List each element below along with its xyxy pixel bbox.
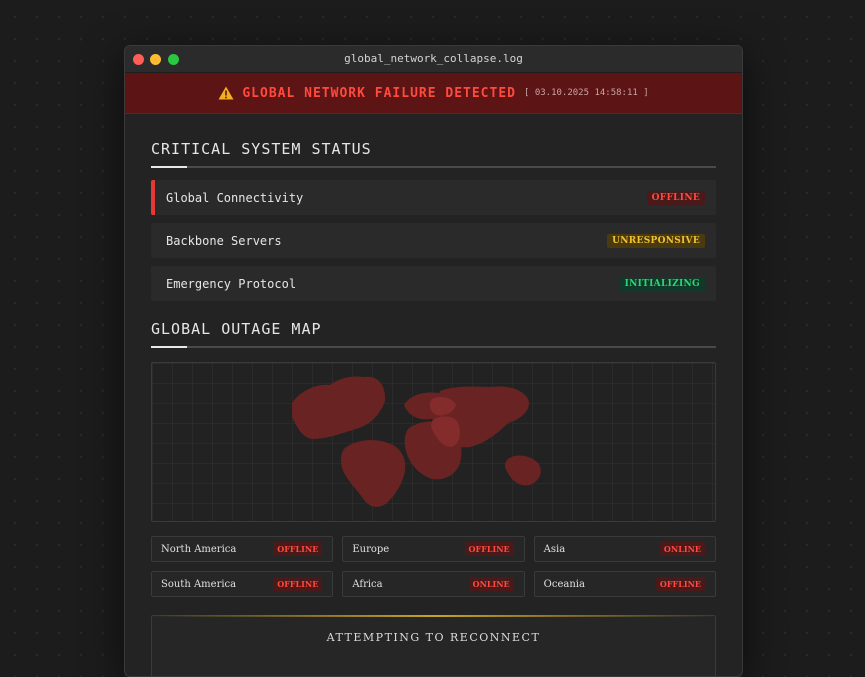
app-window: global_network_collapse.log GLOBAL NETWO… [124, 45, 743, 677]
alert-timestamp: [ 03.10.2025 14:58:11 ] [524, 88, 649, 98]
south-america-shape [341, 440, 406, 507]
region-card-south-america[interactable]: South America OFFLINE [151, 571, 334, 597]
region-name: Oceania [543, 578, 585, 590]
reconnect-status-text: ATTEMPTING TO RECONNECT [326, 631, 541, 644]
reconnect-panel: ATTEMPTING TO RECONNECT [151, 615, 716, 676]
status-label: Backbone Servers [166, 233, 282, 248]
region-card-asia[interactable]: Asia ONLINE [533, 536, 716, 562]
region-grid: North America OFFLINE Europe OFFLINE Asi… [151, 536, 716, 597]
region-name: Africa [352, 578, 383, 590]
region-name: South America [161, 578, 237, 590]
status-row-backbone-servers[interactable]: Backbone Servers UNRESPONSIVE [151, 223, 716, 258]
status-label: Global Connectivity [166, 190, 304, 205]
map-section-title: GLOBAL OUTAGE MAP [151, 320, 322, 338]
north-america-shape [292, 376, 386, 439]
window-title: global_network_collapse.log [344, 52, 523, 65]
status-badge: INITIALIZING [619, 276, 705, 291]
alert-title: GLOBAL NETWORK FAILURE DETECTED [242, 85, 516, 101]
alert-banner: GLOBAL NETWORK FAILURE DETECTED [ 03.10.… [125, 73, 742, 114]
outage-map [151, 362, 716, 522]
status-row-emergency-protocol[interactable]: Emergency Protocol INITIALIZING [151, 266, 716, 301]
title-bar: global_network_collapse.log [125, 46, 742, 73]
warning-triangle-icon [218, 86, 234, 100]
section-divider [151, 346, 716, 348]
region-name: Europe [352, 543, 390, 555]
status-badge: OFFLINE [646, 190, 705, 205]
world-map [292, 376, 541, 507]
region-card-north-america[interactable]: North America OFFLINE [151, 536, 334, 562]
status-section-title: CRITICAL SYSTEM STATUS [151, 140, 372, 158]
section-divider [151, 166, 716, 168]
region-card-africa[interactable]: Africa ONLINE [342, 571, 525, 597]
region-name: North America [161, 543, 237, 555]
region-status-badge: OFFLINE [273, 577, 323, 591]
main-content: CRITICAL SYSTEM STATUS Global Connectivi… [125, 140, 742, 676]
region-status-badge: ONLINE [468, 577, 514, 591]
region-status-badge: OFFLINE [655, 577, 705, 591]
region-status-badge: OFFLINE [464, 542, 514, 556]
region-status-badge: OFFLINE [273, 542, 323, 556]
region-status-badge: ONLINE [659, 542, 705, 556]
region-card-oceania[interactable]: Oceania OFFLINE [533, 571, 716, 597]
status-label: Emergency Protocol [166, 276, 297, 291]
region-name: Asia [543, 543, 566, 555]
oceania-shape [505, 455, 541, 486]
status-list: Global Connectivity OFFLINE Backbone Ser… [151, 180, 716, 301]
region-card-europe[interactable]: Europe OFFLINE [342, 536, 525, 562]
status-badge: UNRESPONSIVE [607, 233, 705, 248]
status-row-global-connectivity[interactable]: Global Connectivity OFFLINE [151, 180, 716, 215]
